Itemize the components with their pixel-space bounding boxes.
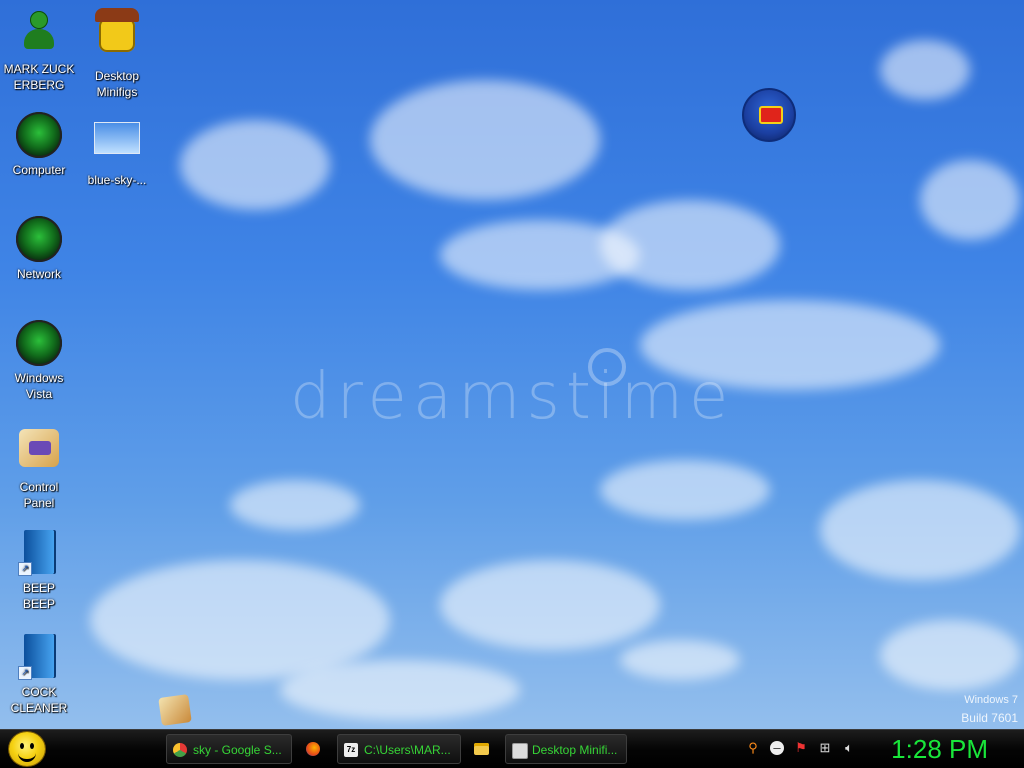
minus-icon[interactable]: – bbox=[770, 741, 784, 755]
volume-icon[interactable]: 🔈︎ bbox=[842, 741, 856, 755]
desktop-icon-label: Desktop Minifigs bbox=[94, 69, 140, 99]
desktop-icon-network[interactable]: Network bbox=[0, 216, 78, 282]
shortcut-book-icon: ↗ bbox=[15, 634, 63, 682]
chrome-icon bbox=[173, 743, 187, 757]
user-folder-icon bbox=[15, 11, 63, 59]
desktop-icon-control-panel[interactable]: Control Panel bbox=[0, 424, 78, 511]
desktop-icon-label: Computer bbox=[12, 163, 66, 177]
desktop-icon-blue-sky[interactable]: blue-sky-... bbox=[78, 112, 156, 188]
flag-icon[interactable]: ⚑ bbox=[794, 741, 808, 755]
desktop-icon-label: blue-sky-... bbox=[87, 173, 147, 187]
taskbar: sky - Google S... 7z C:\Users\MAR... Des… bbox=[0, 729, 1024, 768]
taskbar-item-desktop-minifigs[interactable]: Desktop Minifi... bbox=[505, 734, 627, 764]
network-icon[interactable]: ⊞ bbox=[818, 741, 832, 755]
computer-orb-icon bbox=[15, 112, 63, 160]
desktop-icon-desktop-minifigs[interactable]: Desktop Minifigs bbox=[78, 8, 156, 100]
taskbar-item-label: Desktop Minifi... bbox=[532, 743, 618, 757]
desktop-icon-mark-zuckerberg[interactable]: MARK ZUCKERBERG bbox=[0, 8, 78, 93]
desktop-icon-label: Control Panel bbox=[19, 480, 59, 510]
taskbar-item-label: C:\Users\MAR... bbox=[364, 743, 451, 757]
firefox-icon bbox=[306, 742, 320, 756]
taskbar-item-label: sky - Google S... bbox=[193, 743, 282, 757]
taskbar-item-chrome[interactable]: sky - Google S... bbox=[166, 734, 292, 764]
control-panel-icon bbox=[15, 429, 63, 477]
taskbar-item-firefox[interactable] bbox=[296, 734, 330, 764]
desktop-icon-label: Windows Vista bbox=[14, 371, 64, 401]
dragged-item-icon[interactable] bbox=[158, 694, 192, 726]
folder-icon bbox=[474, 743, 489, 755]
lego-gadget-icon[interactable] bbox=[742, 88, 796, 142]
os-build: Build 7601 bbox=[961, 711, 1018, 725]
network-orb-icon bbox=[15, 216, 63, 264]
desktop-icon-cock-cleaner[interactable]: ↗ COCK CLEANER bbox=[0, 632, 78, 716]
desktop-icon-windows-vista[interactable]: Windows Vista bbox=[0, 320, 78, 402]
window-icon bbox=[512, 743, 528, 759]
image-thumbnail-icon bbox=[93, 122, 141, 170]
os-name: Windows 7 bbox=[964, 694, 1018, 706]
desktop-icon-label: COCK CLEANER bbox=[10, 685, 68, 715]
start-button[interactable] bbox=[9, 732, 45, 766]
desktop-icon-computer[interactable]: Computer bbox=[0, 112, 78, 178]
desktop-icon-label: Network bbox=[16, 267, 61, 281]
windows-vista-orb-icon bbox=[15, 320, 63, 368]
search-icon[interactable]: ⚲ bbox=[746, 741, 760, 755]
watermark: dreamstime bbox=[290, 348, 735, 434]
lego-minifig-icon bbox=[93, 8, 141, 66]
taskbar-item-7zip[interactable]: 7z C:\Users\MAR... bbox=[337, 734, 461, 764]
clock[interactable]: 1:28 PM bbox=[891, 734, 988, 764]
desktop-icon-label: MARK ZUCKERBERG bbox=[3, 62, 75, 92]
shortcut-book-icon: ↗ bbox=[15, 530, 63, 578]
desktop-icon-beep-beep[interactable]: ↗ BEEP BEEP bbox=[0, 528, 78, 612]
watermark-text: dreamstime bbox=[290, 360, 735, 434]
desktop-icon-label: BEEP BEEP bbox=[22, 581, 55, 611]
taskbar-item-folder[interactable] bbox=[464, 734, 498, 764]
watermark-ring bbox=[588, 348, 626, 386]
7zip-icon: 7z bbox=[344, 743, 358, 757]
